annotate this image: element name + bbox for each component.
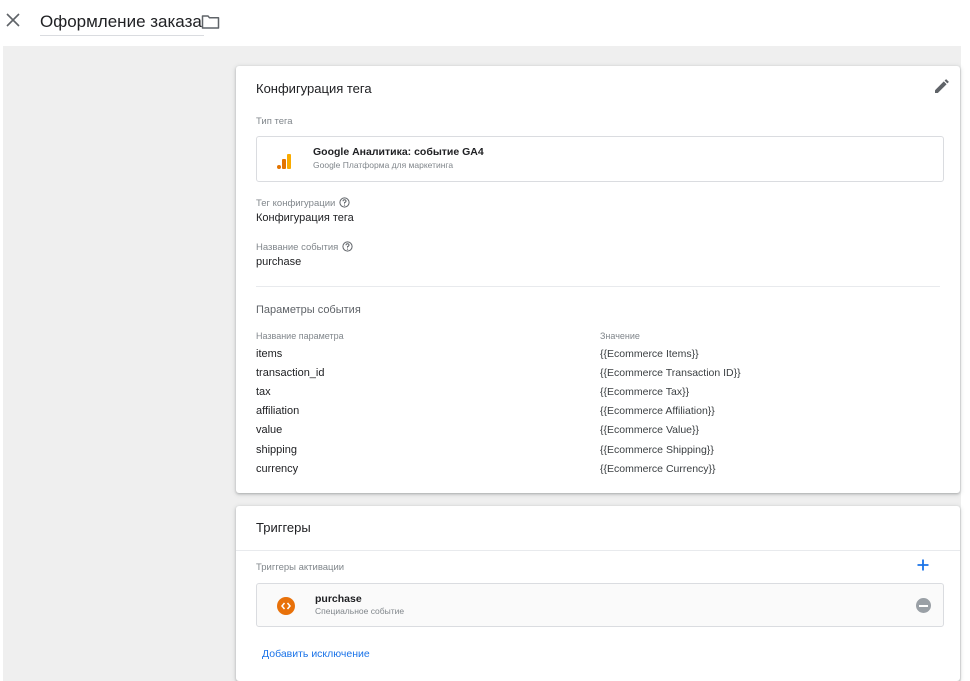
trigger-name: purchase [315, 593, 362, 605]
trigger-type: Специальное событие [315, 606, 405, 616]
config-tag-value: Конфигурация тега [256, 212, 354, 224]
param-name: tax [256, 386, 271, 398]
triggers-title: Триггеры [256, 520, 311, 535]
param-row: currency {{Ecommerce Currency}} [236, 463, 960, 482]
pencil-icon[interactable] [932, 78, 950, 96]
param-row: value {{Ecommerce Value}} [236, 424, 960, 443]
tag-type-selector[interactable]: Google Аналитика: событие GA4 Google Пла… [256, 136, 944, 182]
param-name: affiliation [256, 405, 300, 417]
param-row: tax {{Ecommerce Tax}} [236, 386, 960, 405]
param-name: value [256, 424, 283, 436]
param-name: shipping [256, 444, 297, 456]
event-name-label: Название события [256, 241, 353, 253]
close-icon[interactable] [4, 11, 22, 29]
triggers-card[interactable]: Триггеры Триггеры активации purchase Спе… [236, 506, 960, 681]
folder-icon[interactable] [201, 13, 220, 30]
param-value: {{Ecommerce Value}} [600, 424, 700, 436]
param-value: {{Ecommerce Currency}} [600, 463, 716, 475]
param-value: {{Ecommerce Tax}} [600, 386, 690, 398]
param-name: items [256, 348, 283, 360]
config-tag-label: Тег конфигурации [256, 197, 350, 209]
custom-event-icon [277, 597, 295, 615]
help-icon[interactable] [339, 197, 350, 208]
tag-configuration-card[interactable]: Конфигурация тега Тип тега Google Аналит… [236, 66, 960, 493]
section-divider [256, 286, 940, 287]
param-value: {{Ecommerce Shipping}} [600, 444, 714, 456]
triggers-divider [236, 550, 960, 551]
trigger-item[interactable]: purchase Специальное событие [256, 583, 944, 627]
page-title: Оформление заказа [40, 12, 202, 31]
param-name: currency [256, 463, 299, 475]
top-bar: Оформление заказа [0, 0, 970, 46]
param-value: {{Ecommerce Transaction ID}} [600, 367, 741, 379]
tag-type-label: Тип тега [256, 116, 293, 127]
tag-name-field[interactable]: Оформление заказа [40, 10, 204, 36]
remove-trigger-icon[interactable] [916, 598, 931, 613]
param-value-column-header: Значение [600, 331, 640, 341]
param-row: transaction_id {{Ecommerce Transaction I… [236, 367, 960, 386]
google-analytics-icon [275, 151, 295, 171]
param-row: items {{Ecommerce Items}} [236, 348, 960, 367]
param-value: {{Ecommerce Items}} [600, 348, 699, 360]
firing-triggers-label: Триггеры активации [256, 562, 345, 573]
param-name: transaction_id [256, 367, 325, 379]
event-name-label-text: Название события [256, 242, 339, 253]
param-value: {{Ecommerce Affiliation}} [600, 405, 715, 417]
tag-type-name: Google Аналитика: событие GA4 [313, 146, 484, 158]
add-exception-link[interactable]: Добавить исключение [262, 648, 370, 660]
param-name-column-header: Название параметра [256, 331, 344, 341]
tag-config-title: Конфигурация тега [256, 81, 372, 96]
tag-type-subtitle: Google Платформа для маркетинга [313, 160, 454, 170]
config-tag-label-text: Тег конфигурации [256, 198, 336, 209]
param-row: shipping {{Ecommerce Shipping}} [236, 444, 960, 463]
param-row: affiliation {{Ecommerce Affiliation}} [236, 405, 960, 424]
help-icon[interactable] [342, 241, 353, 252]
plus-icon[interactable] [916, 558, 930, 572]
event-params-title: Параметры события [256, 304, 361, 316]
event-name-value: purchase [256, 256, 302, 268]
